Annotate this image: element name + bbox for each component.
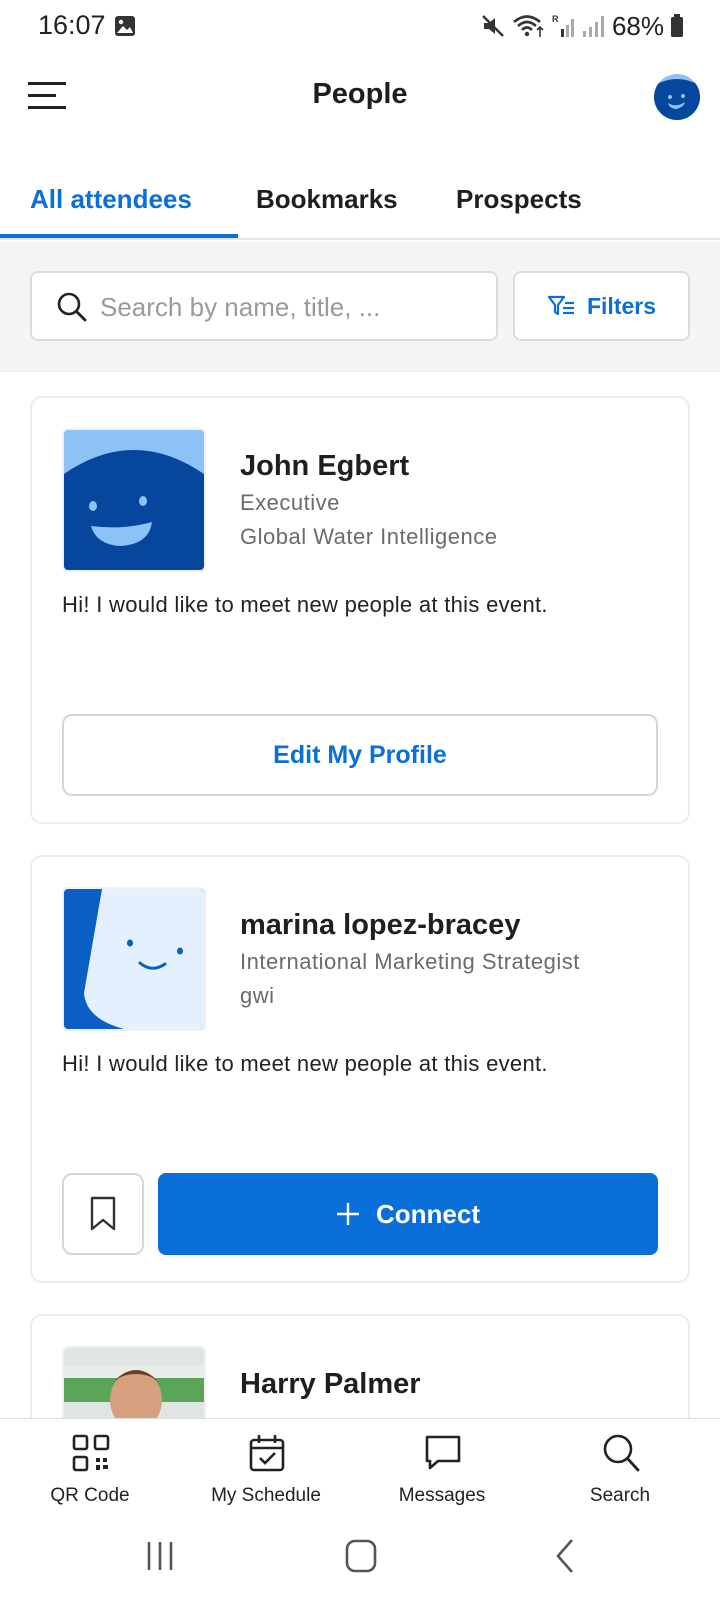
people-tabs: All attendees Bookmarks Prospects (0, 160, 720, 240)
connect-label: Connect (376, 1198, 480, 1229)
home-icon[interactable] (336, 1536, 386, 1576)
mute-icon (482, 15, 504, 37)
search-icon (57, 292, 87, 322)
nav-label: Search (589, 1485, 651, 1506)
signal-icon (582, 16, 604, 37)
tab-bookmarks[interactable]: Bookmarks (256, 184, 398, 215)
bookmark-button[interactable] (62, 1173, 144, 1255)
search-input[interactable] (100, 285, 480, 329)
status-indicators: R 68% (480, 10, 684, 42)
person-name[interactable]: John Egbert (240, 450, 409, 483)
avatar[interactable] (62, 428, 206, 572)
person-title: International Marketing Strategist (240, 949, 580, 974)
plus-icon (337, 1203, 359, 1225)
active-tab-indicator (0, 234, 238, 238)
filters-label: Filters (586, 292, 657, 319)
person-card: marina lopez-bracey International Market… (30, 855, 690, 1283)
status-time: 16:07 (38, 10, 106, 40)
avatar[interactable] (62, 887, 206, 1031)
search-box[interactable] (30, 271, 498, 341)
nav-my-schedule[interactable]: My Schedule (176, 1419, 356, 1519)
person-name[interactable]: Harry Palmer (240, 1368, 421, 1401)
person-bio: Hi! I would like to meet new people at t… (62, 1051, 548, 1076)
signal-r-icon: R (552, 14, 574, 37)
battery-icon (671, 14, 683, 37)
search-icon (603, 1434, 640, 1472)
filter-icon (547, 295, 574, 316)
app-header: People (0, 52, 720, 148)
recent-apps-icon[interactable] (136, 1536, 186, 1576)
nav-label: Messages (398, 1485, 486, 1506)
nav-search[interactable]: Search (530, 1419, 710, 1519)
person-title: Executive (240, 490, 340, 515)
nav-label: My Schedule (211, 1485, 321, 1506)
nav-qr-code[interactable]: QR Code (0, 1419, 180, 1519)
bottom-navigation: QR Code My Schedule Messages Search (0, 1418, 720, 1518)
tab-all-attendees[interactable]: All attendees (30, 184, 192, 215)
calendar-check-icon (249, 1435, 285, 1472)
svg-text:R: R (552, 14, 559, 24)
search-area: Filters (0, 242, 720, 372)
person-bio: Hi! I would like to meet new people at t… (62, 592, 548, 617)
filters-button[interactable]: Filters (513, 271, 690, 341)
battery-percentage: 68% (611, 10, 664, 41)
edit-profile-button[interactable]: Edit My Profile (62, 714, 658, 796)
back-icon[interactable] (540, 1536, 590, 1576)
person-card: John Egbert Executive Global Water Intel… (30, 396, 690, 824)
tab-prospects[interactable]: Prospects (456, 184, 582, 215)
person-company: Global Water Intelligence (240, 524, 498, 549)
page-title: People (312, 78, 408, 110)
image-notification-icon (115, 16, 135, 36)
wifi-icon (513, 15, 544, 37)
nav-label: QR Code (50, 1485, 130, 1506)
status-bar: 16:07 R 68% (0, 0, 720, 52)
person-name[interactable]: marina lopez-bracey (240, 909, 520, 942)
connect-button[interactable]: Connect (158, 1173, 658, 1255)
user-avatar-icon[interactable] (654, 74, 700, 120)
bookmark-icon (90, 1196, 116, 1231)
chat-bubble-icon (425, 1435, 461, 1470)
qr-code-icon (72, 1434, 110, 1472)
nav-messages[interactable]: Messages (352, 1419, 532, 1519)
person-company: gwi (240, 983, 275, 1008)
system-navigation-bar (0, 1518, 720, 1600)
